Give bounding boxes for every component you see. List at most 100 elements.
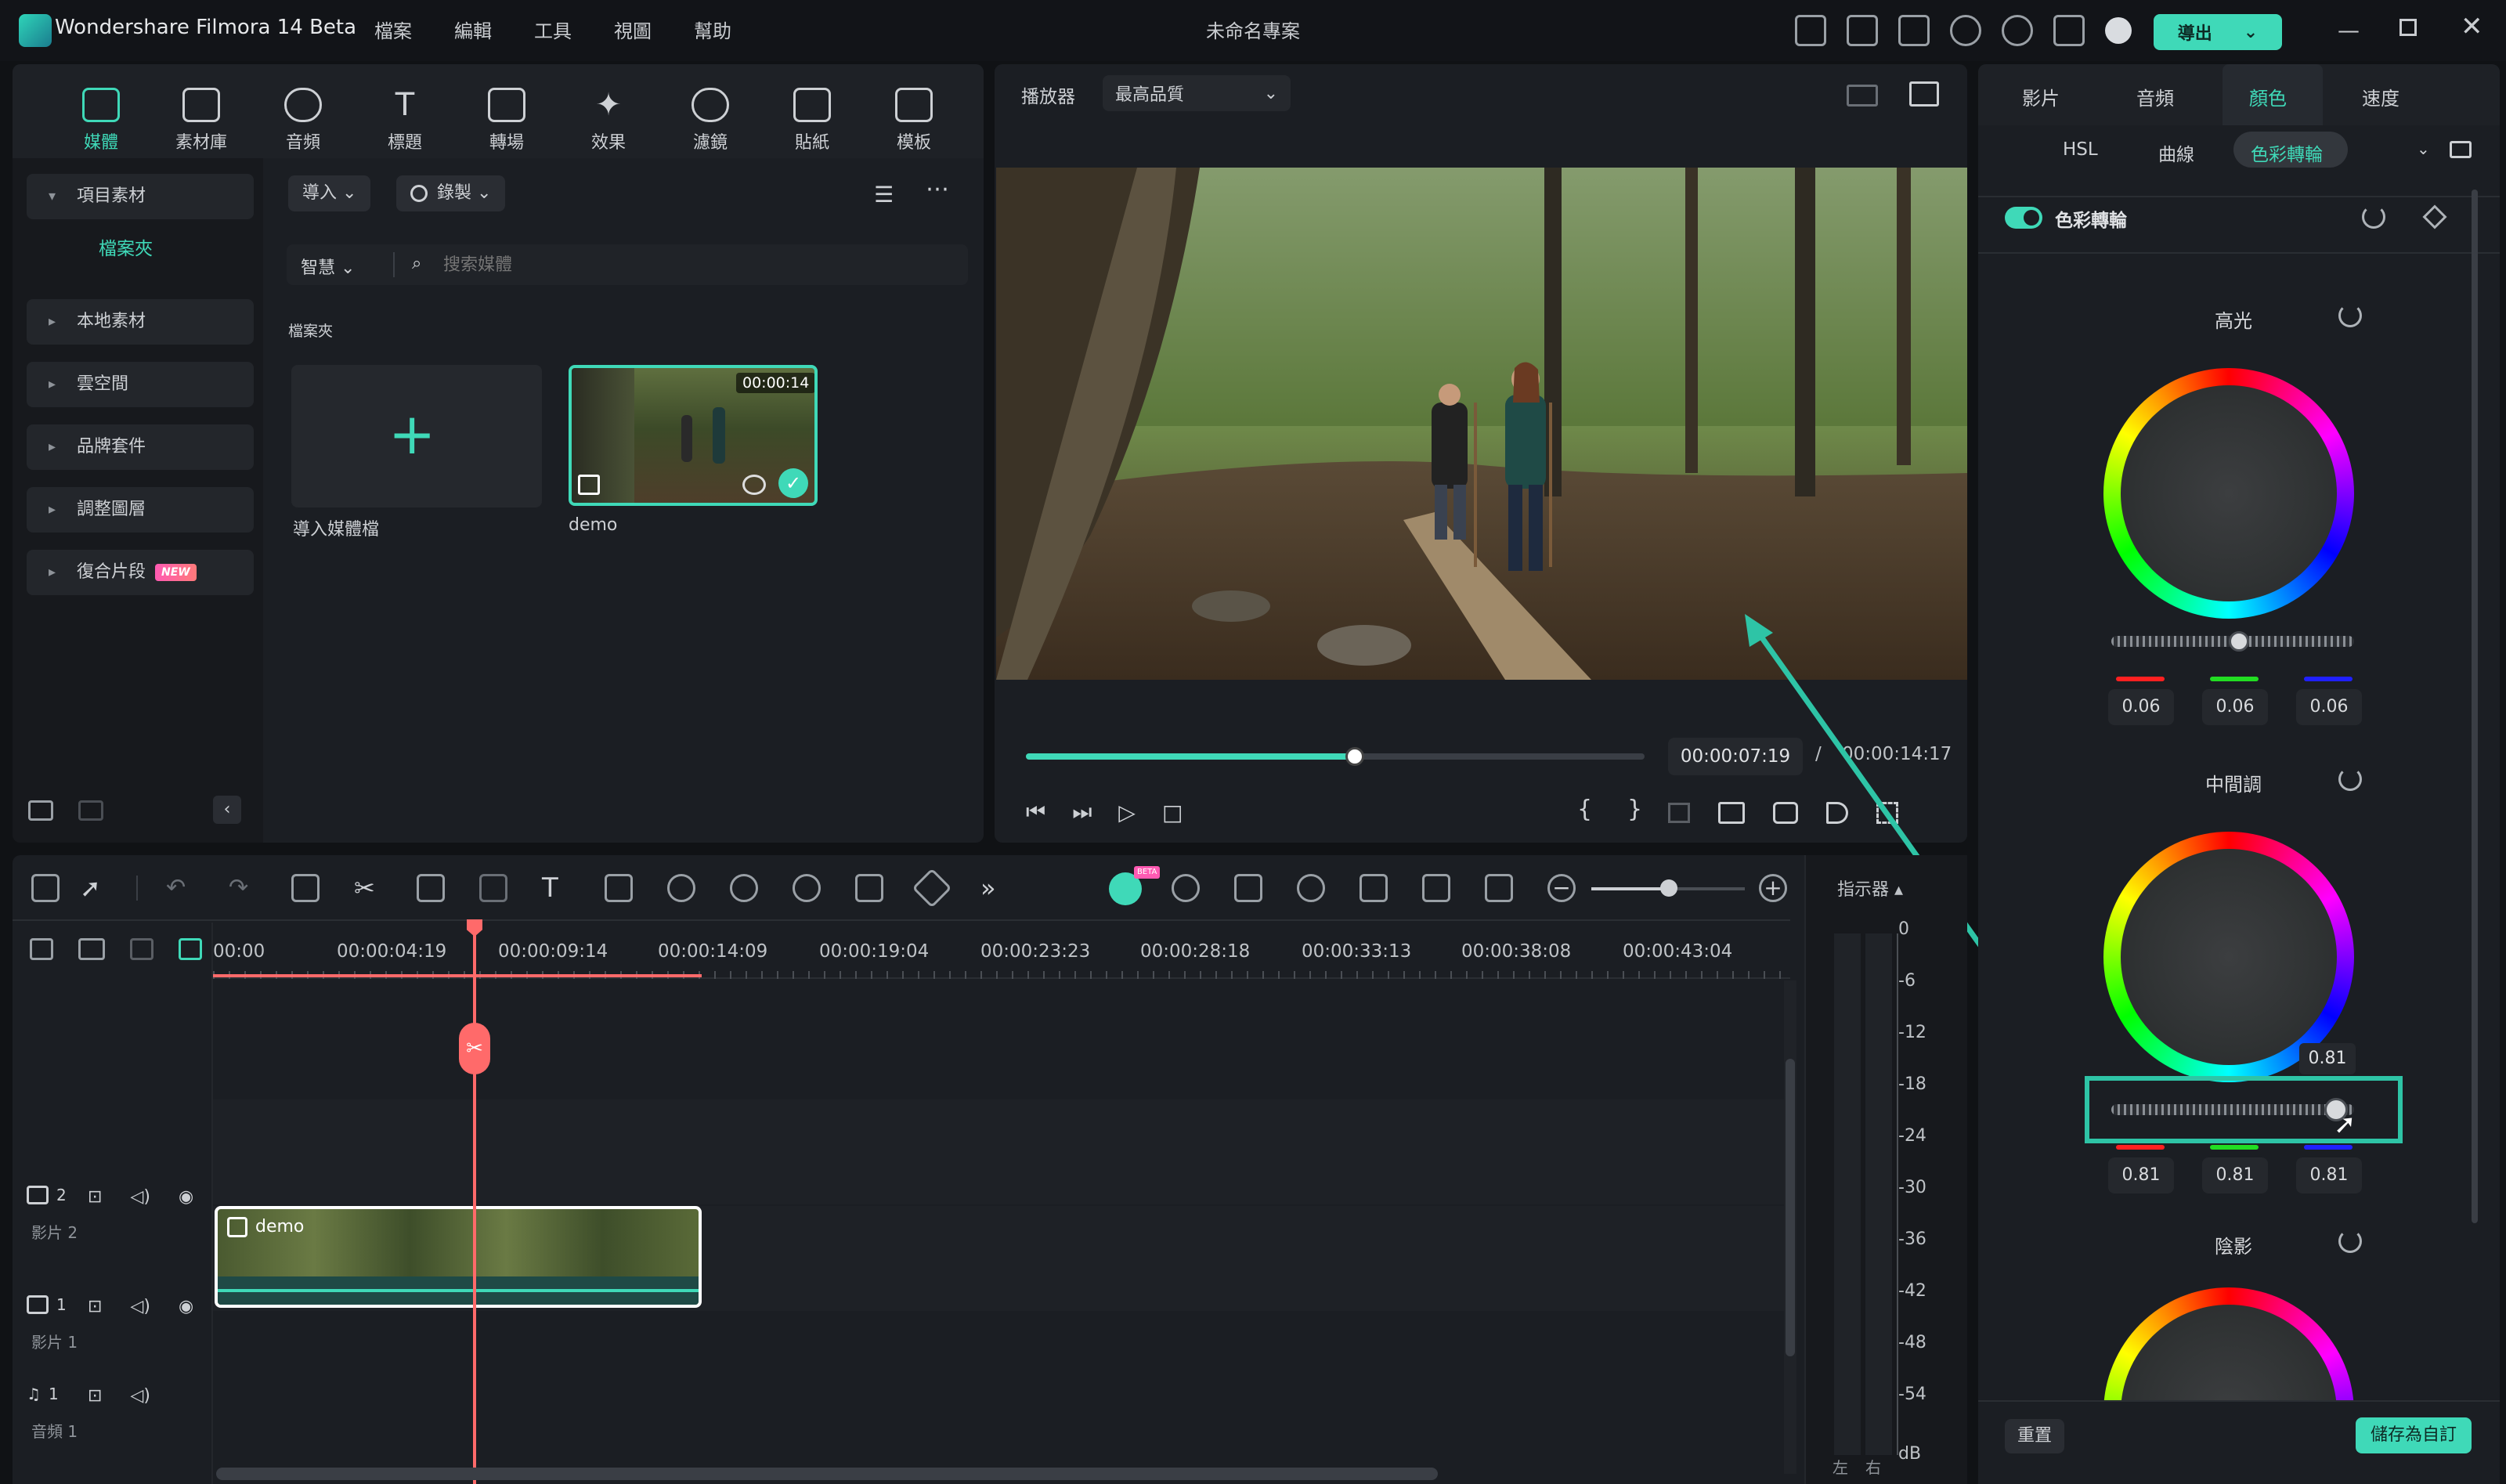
midtone-green-value[interactable]: 0.81: [2202, 1157, 2268, 1193]
close-icon[interactable]: ✕: [2461, 11, 2483, 42]
display-icon[interactable]: [1718, 802, 1745, 824]
reset-icon[interactable]: [2362, 205, 2385, 229]
compare-split-icon[interactable]: [2450, 141, 2472, 158]
sidebar-item-project-media[interactable]: 項目素材: [27, 174, 254, 219]
image-snapshot-icon[interactable]: [1909, 81, 1939, 107]
save-custom-button[interactable]: 儲存為自訂: [2356, 1417, 2472, 1453]
next-frame-icon[interactable]: ⏭: [1072, 799, 1092, 825]
timeline-clip-demo[interactable]: demo: [215, 1206, 702, 1308]
import-media-tile[interactable]: +: [291, 365, 542, 507]
previous-frame-icon[interactable]: ⏮: [1026, 799, 1045, 825]
collapse-sidebar-button[interactable]: ‹: [213, 796, 241, 824]
camera-snapshot-icon[interactable]: [1773, 802, 1798, 824]
time-ruler[interactable]: 00:00 00:00:04:19 00:00:09:14 00:00:14:0…: [213, 923, 1790, 979]
auto-beat-icon[interactable]: [1172, 874, 1200, 902]
highlight-blue-value[interactable]: 0.06: [2296, 689, 2362, 725]
avatar[interactable]: [2105, 17, 2132, 44]
record-dropdown[interactable]: 錄製 ⌄: [396, 175, 506, 211]
lock-icon[interactable]: ⊡: [88, 1187, 102, 1207]
restore-icon[interactable]: [2399, 19, 2417, 36]
midtone-reset-icon[interactable]: [2338, 767, 2362, 791]
eye-visibility-icon[interactable]: ◉: [179, 1297, 193, 1316]
redo-icon[interactable]: ↷: [229, 874, 257, 902]
stop-icon[interactable]: □: [1162, 800, 1183, 825]
smart-dropdown[interactable]: 智慧 ⌄: [301, 254, 355, 279]
sidebar-item-compound-clip[interactable]: 復合片段 NEW: [27, 550, 254, 595]
more-options-icon[interactable]: ⋯: [926, 175, 949, 203]
tab-stickers[interactable]: 貼紙: [761, 88, 863, 153]
sidebar-item-folder[interactable]: 檔案夾: [99, 233, 153, 260]
cloud-upload-icon[interactable]: [1950, 15, 1981, 46]
timeline-vertical-scrollbar[interactable]: [1784, 980, 1796, 1474]
sidebar-item-cloud[interactable]: 雲空間: [27, 362, 254, 407]
keyframe-preset-icon[interactable]: [1795, 15, 1826, 46]
split-scissors-icon[interactable]: ✂: [459, 1023, 490, 1074]
auto-reframe-icon[interactable]: [855, 874, 883, 902]
highlight-green-value[interactable]: 0.06: [2202, 689, 2268, 725]
minimize-icon[interactable]: —: [2338, 17, 2360, 43]
audio-icon[interactable]: [479, 874, 507, 902]
mute-speaker-icon[interactable]: ◁): [130, 1187, 150, 1207]
playhead[interactable]: [473, 919, 476, 1484]
scrollbar[interactable]: [2472, 190, 2478, 1223]
lock-icon[interactable]: ⊡: [88, 1386, 102, 1406]
filter-sort-icon[interactable]: ☰: [874, 182, 894, 208]
import-dropdown[interactable]: 導入 ⌄: [288, 175, 371, 211]
tab-media[interactable]: 媒體: [50, 88, 152, 153]
tab-transitions[interactable]: 轉場: [456, 88, 558, 153]
delete-icon[interactable]: [291, 874, 320, 902]
audio-track-1[interactable]: [213, 1312, 1790, 1399]
demo-thumbnail[interactable]: 00:00:14 ✓: [569, 365, 818, 506]
menu-view[interactable]: 視圖: [614, 16, 652, 43]
microphone-icon[interactable]: [1297, 874, 1325, 902]
chevron-down-icon[interactable]: ⌄: [2417, 139, 2430, 158]
meter-title[interactable]: 指示器 ▴: [1837, 876, 1903, 901]
subtab-curves[interactable]: 曲線: [2158, 139, 2194, 166]
midtone-red-value[interactable]: 0.81: [2108, 1157, 2174, 1193]
video-track-2[interactable]: [213, 1099, 1790, 1204]
scroll-thumb[interactable]: [1786, 1059, 1795, 1356]
fullscreen-icon[interactable]: [1876, 802, 1898, 824]
sidebar-item-local[interactable]: 本地素材: [27, 299, 254, 345]
mute-speaker-icon[interactable]: ◁): [130, 1386, 150, 1406]
grid-view-icon[interactable]: [1847, 85, 1878, 107]
keyframe-icon[interactable]: [2422, 204, 2447, 229]
tab-audio[interactable]: 音頻: [2136, 83, 2174, 110]
zoom-in-icon[interactable]: +: [1759, 874, 1787, 902]
midtone-blue-value[interactable]: 0.81: [2296, 1157, 2362, 1193]
tab-effects[interactable]: ✦ 效果: [558, 88, 659, 153]
quality-dropdown[interactable]: 最高品質 ⌄: [1103, 75, 1291, 111]
apps-grid-icon[interactable]: [2053, 15, 2085, 46]
layout-grid-icon[interactable]: [31, 874, 60, 902]
search-input[interactable]: [443, 249, 944, 280]
undo-icon[interactable]: ↶: [166, 874, 194, 902]
tab-audio[interactable]: 音頻: [252, 88, 354, 153]
speed-icon[interactable]: [667, 874, 695, 902]
export-button[interactable]: 導出 ⌄: [2154, 14, 2282, 50]
tab-color[interactable]: 顏色: [2223, 64, 2323, 125]
playback-seek-bar[interactable]: [1026, 747, 1645, 766]
tab-filters[interactable]: 濾鏡: [659, 88, 761, 153]
snap-magnet-icon[interactable]: [179, 938, 202, 960]
marker-icon[interactable]: [1234, 874, 1262, 902]
shape-mask-icon[interactable]: [605, 874, 633, 902]
shadow-reset-icon[interactable]: [2338, 1229, 2362, 1253]
highlight-color-wheel[interactable]: [2103, 368, 2354, 619]
split-scissors-icon[interactable]: ✂: [354, 874, 382, 902]
new-folder-icon[interactable]: [28, 800, 53, 821]
mark-in-icon[interactable]: {: [1577, 796, 1592, 823]
mark-out-icon[interactable]: }: [1627, 796, 1642, 823]
color-wheel-toggle[interactable]: [2005, 207, 2042, 229]
tab-titles[interactable]: T 標題: [354, 88, 456, 153]
mute-speaker-icon[interactable]: ◁): [130, 1297, 150, 1316]
crop-icon[interactable]: [417, 874, 445, 902]
subtab-hsl[interactable]: HSL: [2063, 139, 2098, 160]
video-preview[interactable]: [996, 168, 1967, 680]
zoom-slider[interactable]: [1591, 879, 1745, 897]
tab-stock[interactable]: 素材庫: [150, 88, 252, 153]
menu-edit[interactable]: 編輯: [454, 16, 492, 43]
add-track-icon[interactable]: [30, 938, 53, 960]
keyframe-icon[interactable]: [912, 868, 952, 908]
text-icon[interactable]: T: [542, 874, 570, 902]
menu-file[interactable]: 檔案: [374, 16, 412, 43]
